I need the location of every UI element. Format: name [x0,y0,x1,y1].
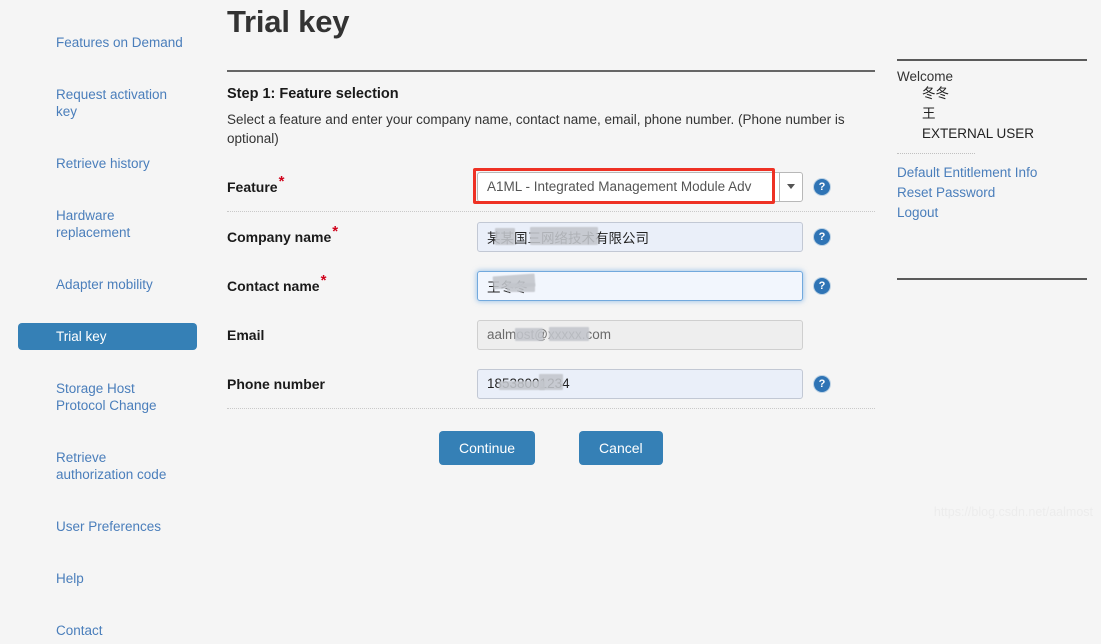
sidebar-item-trial-key[interactable]: Trial key [18,323,197,350]
required-asterisk: * [320,271,327,289]
phone-number-input-wrapper [477,368,803,399]
title-divider [227,70,875,72]
user-role: EXTERNAL USER [922,126,1035,141]
form-row-company-name: Company name* ? [227,212,875,261]
page-title: Trial key [227,4,350,39]
sidebar-top-spacer [0,4,215,29]
default-entitlement-info-link[interactable]: Default Entitlement Info [897,163,1087,183]
sidebar-item-features-on-demand[interactable]: Features on Demand [18,29,197,56]
feature-label-text: Feature [227,178,278,195]
user-panel-links: Default Entitlement Info Reset Password … [897,163,1087,223]
company-name-label-text: Company name [227,228,332,245]
question-mark-icon[interactable]: ? [814,228,830,245]
email-control [477,319,803,350]
company-name-label: Company name* [227,224,477,245]
sidebar-item-retrieve-history[interactable]: Retrieve history [18,150,197,177]
watermark: https://blog.csdn.net/aalmost [933,505,1093,519]
continue-button[interactable]: Continue [439,431,536,465]
trial-key-form: Feature* A1ML - Integrated Management Mo… [227,162,875,465]
form-row-feature: Feature* A1ML - Integrated Management Mo… [227,162,875,211]
sidebar-item-request-activation-key[interactable]: Request activation key [18,81,197,125]
user-panel: Welcome 冬冬 王 EXTERNAL USER Default Entit… [883,0,1101,525]
user-panel-dotted-divider [897,153,975,154]
contact-name-label-text: Contact name [227,277,320,294]
email-label: Email [227,326,265,343]
company-name-control: ? [477,221,830,252]
form-actions: Continue Cancel [227,431,875,465]
phone-number-input[interactable] [477,368,803,399]
chevron-down-icon[interactable] [779,171,803,202]
logout-link[interactable]: Logout [897,203,1087,223]
email-input [477,319,803,350]
form-row-phone-number: Phone number ? [227,359,875,408]
sidebar-item-retrieve-authorization-code[interactable]: Retrieve authorization code [18,444,197,488]
contact-name-label: Contact name* [227,273,477,294]
email-input-wrapper [477,319,803,350]
row-divider [227,408,875,409]
feature-control: A1ML - Integrated Management Module Adv … [473,167,830,204]
sidebar-item-storage-host-protocol-change[interactable]: Storage Host Protocol Change [18,375,197,419]
sidebar-item-user-preferences[interactable]: User Preferences [18,513,197,540]
step-description: Select a feature and enter your company … [227,112,845,146]
form-row-email: Email [227,310,875,359]
feature-label: Feature* [227,174,477,195]
sidebar-item-help[interactable]: Help [18,565,197,592]
required-asterisk: * [278,172,285,190]
cancel-button[interactable]: Cancel [579,431,663,465]
page-container: Features on Demand Request activation ke… [0,0,1101,638]
user-panel-bottom-divider [897,278,1087,280]
sidebar-item-hardware-replacement[interactable]: Hardware replacement [18,202,197,246]
main-content: Trial key Step 1: Feature selection Sele… [215,0,883,525]
contact-name-input-wrapper [477,270,803,301]
question-mark-icon[interactable]: ? [814,277,830,294]
step-title: Step 1: Feature selection [227,86,399,102]
user-panel-top-divider [897,59,1087,61]
contact-name-control: ? [477,270,830,301]
phone-number-control: ? [477,368,830,399]
main-inner: Trial key Step 1: Feature selection Sele… [227,0,875,465]
question-mark-icon[interactable]: ? [814,375,830,392]
feature-select-wrapper[interactable]: A1ML - Integrated Management Module Adv [473,167,803,204]
required-asterisk: * [332,222,339,240]
sidebar-navigation: Features on Demand Request activation ke… [0,0,215,638]
company-name-input[interactable] [477,221,803,252]
user-last-name: 王 [922,106,936,121]
contact-name-input[interactable] [477,270,803,301]
phone-number-label: Phone number [227,375,326,392]
form-row-contact-name: Contact name* ? [227,261,875,310]
sidebar-item-adapter-mobility[interactable]: Adapter mobility [18,271,197,298]
welcome-label: Welcome [897,69,954,84]
reset-password-link[interactable]: Reset Password [897,183,1087,203]
user-first-name: 冬冬 [922,86,949,101]
question-mark-icon[interactable]: ? [814,178,830,195]
sidebar-item-contact[interactable]: Contact [18,617,197,644]
feature-select[interactable]: A1ML - Integrated Management Module Adv [477,171,779,202]
company-name-input-wrapper [477,221,803,252]
